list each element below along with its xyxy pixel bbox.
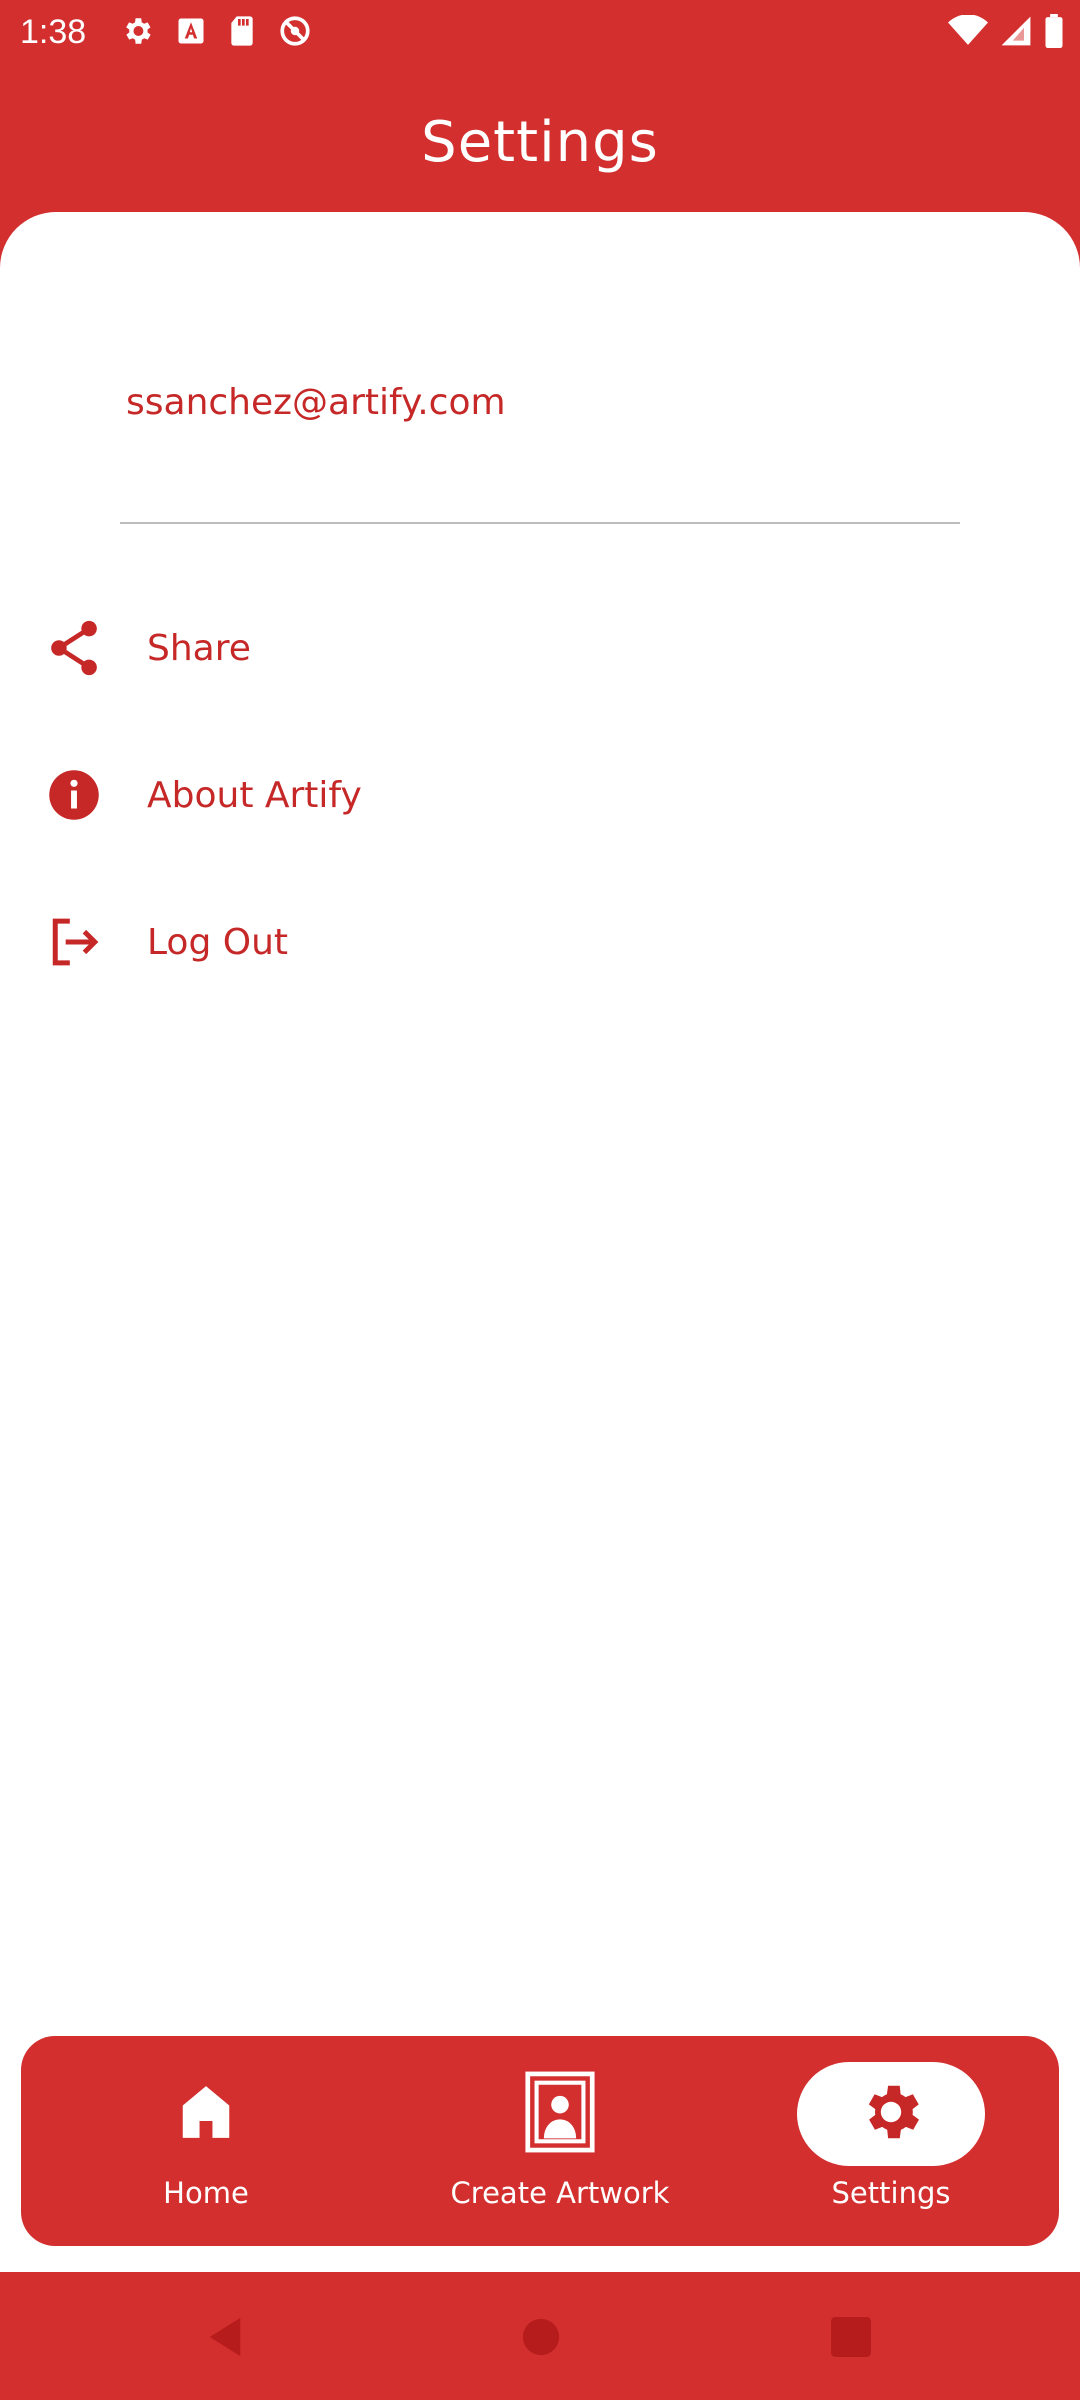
do-not-disturb-icon — [278, 14, 312, 48]
nav-home-icon-container — [112, 2062, 300, 2166]
account-email: ssanchez@artify.com — [126, 382, 506, 423]
nav-create-label: Create Artwork — [450, 2176, 670, 2210]
settings-content: ssanchez@artify.com Share About Artify L… — [0, 212, 1080, 2272]
status-time: 1:38 — [20, 13, 87, 51]
home-circle-icon[interactable] — [521, 2316, 561, 2362]
nav-item-create-artwork[interactable]: Create Artwork — [419, 2036, 701, 2246]
menu-item-about-label: About Artify — [147, 774, 362, 816]
status-system-icons — [948, 14, 1064, 48]
status-notification-icons — [120, 14, 312, 48]
portrait-frame-icon — [524, 2071, 596, 2157]
cellular-signal-icon — [1000, 15, 1032, 47]
wifi-icon — [948, 15, 988, 47]
nav-settings-label: Settings — [831, 2176, 951, 2210]
status-bar: 1:38 — [0, 0, 1080, 64]
bottom-navigation: Home Create Artwork Settings — [21, 2036, 1059, 2246]
page-title: Settings — [421, 110, 659, 175]
settings-screen: 1:38 Settings ssanchez@artify.com Share … — [0, 0, 1080, 2400]
share-icon — [44, 618, 104, 678]
menu-item-share[interactable]: Share — [0, 593, 1080, 703]
sd-card-icon — [228, 15, 256, 47]
nav-item-home[interactable]: Home — [90, 2036, 322, 2246]
logout-icon — [44, 912, 104, 972]
home-icon — [175, 2081, 237, 2147]
back-icon[interactable] — [205, 2316, 245, 2362]
gear-icon — [856, 2077, 926, 2151]
nav-home-label: Home — [163, 2176, 249, 2210]
app-header: Settings — [0, 64, 1080, 214]
menu-item-logout[interactable]: Log Out — [0, 887, 1080, 997]
menu-item-logout-label: Log Out — [147, 921, 289, 963]
nav-settings-icon-container — [797, 2062, 985, 2166]
system-navigation-bar — [0, 2272, 1080, 2400]
nav-create-icon-container — [466, 2062, 654, 2166]
account-email-field: ssanchez@artify.com — [120, 362, 960, 524]
font-a-icon — [176, 16, 206, 46]
recents-square-icon[interactable] — [830, 2316, 872, 2362]
menu-item-share-label: Share — [147, 627, 251, 669]
gear-icon — [120, 14, 154, 48]
battery-icon — [1044, 14, 1064, 48]
info-icon — [44, 765, 104, 825]
nav-item-settings[interactable]: Settings — [791, 2036, 991, 2246]
menu-item-about[interactable]: About Artify — [0, 740, 1080, 850]
